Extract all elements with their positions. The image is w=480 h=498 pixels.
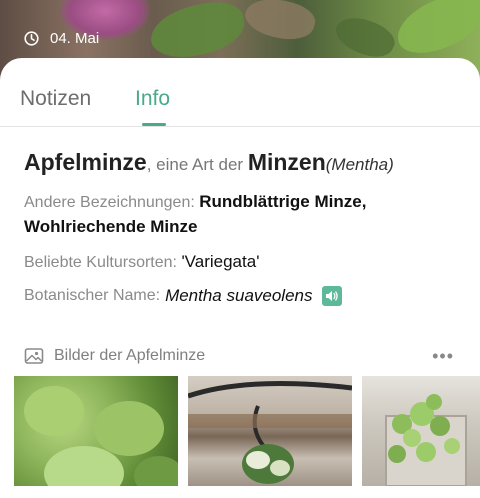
gallery-image-mint-pot[interactable] [362, 376, 480, 486]
hose-and-sprout [188, 381, 352, 484]
cultivars-value: 'Variegata' [181, 252, 260, 271]
header-photo-leaf [330, 8, 400, 66]
tab-notizen[interactable]: Notizen [20, 87, 91, 111]
potted-mint [385, 394, 467, 486]
active-tab-indicator [142, 123, 166, 126]
plant-genus-latin: (Mentha) [325, 155, 394, 174]
cultivars-row: Beliebte Kultursorten: 'Variegata' [24, 250, 259, 275]
gallery-header: Bilder der Apfelminze ••• [24, 344, 456, 368]
botanical-value: Mentha suaveolens [165, 286, 313, 305]
leaf-shape [24, 386, 84, 436]
tab-bar: Notizen Info [0, 58, 480, 127]
botanical-label: Botanischer Name: [24, 287, 161, 304]
clock-icon [24, 31, 39, 46]
image-icon [24, 346, 44, 366]
plant-kind-prefix: , eine Art der [146, 155, 248, 174]
other-names-label: Andere Bezeichnungen: [24, 194, 195, 211]
plant-name: Apfelminze [24, 149, 147, 175]
botanical-name-row: Botanischer Name: Mentha suaveolens [24, 284, 342, 308]
gallery-image-mint-leaves[interactable] [14, 376, 178, 486]
cultivars-label: Beliebte Kultursorten: [24, 254, 177, 271]
header-photo-leaf [146, 0, 249, 63]
header-photo-leaf [241, 0, 319, 47]
date-row: 04. Mai [24, 30, 99, 47]
gallery-image-mint-sprout[interactable] [188, 376, 352, 486]
leaf-shape [134, 456, 178, 486]
leaf-shape [94, 401, 164, 456]
more-dots-icon[interactable]: ••• [432, 346, 454, 367]
info-sheet: Notizen Info Apfelminze, eine Art der Mi… [0, 58, 480, 498]
other-names-row: Andere Bezeichnungen: Rundblättrige Minz… [24, 190, 464, 240]
gallery-title: Bilder der Apfelminze [54, 347, 206, 364]
tab-info[interactable]: Info [135, 87, 170, 111]
header-photo-leaf [389, 0, 480, 62]
plant-title: Apfelminze, eine Art der Minzen(Mentha) [24, 149, 394, 176]
speaker-icon[interactable] [321, 286, 342, 306]
date-label: 04. Mai [50, 30, 100, 47]
plant-genus[interactable]: Minzen [248, 149, 326, 175]
